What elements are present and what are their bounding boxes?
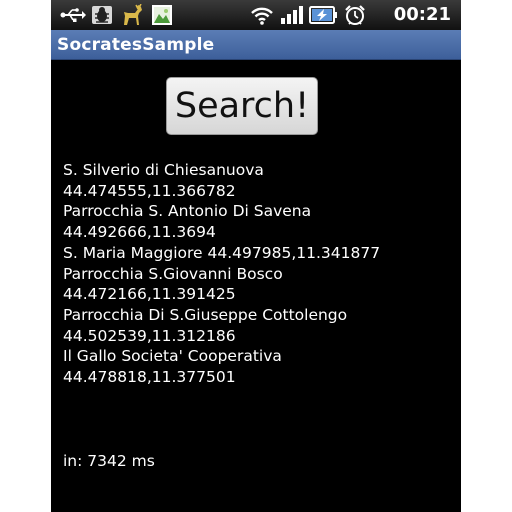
app-title-bar: SocratesSample: [51, 30, 461, 60]
usb-icon: [59, 4, 87, 26]
deer-notification-icon: [119, 4, 145, 26]
alarm-clock-icon: [343, 4, 367, 26]
status-bar: 00:21: [51, 0, 461, 30]
image-notification-icon: [151, 4, 173, 26]
search-button[interactable]: Search!: [166, 77, 318, 135]
result-line: Parrocchia S. Antonio Di Savena: [63, 202, 312, 221]
signal-icon: [279, 4, 305, 26]
debug-bug-icon: [91, 4, 113, 26]
result-line: 44.478818,11.377501: [63, 368, 236, 387]
result-line: S. Silverio di Chiesanuova: [63, 161, 264, 179]
result-line: 44.472166,11.391425: [63, 285, 236, 304]
wifi-icon: [249, 4, 275, 26]
timing-label: in: 7342 ms: [63, 452, 155, 470]
status-bar-clock: 00:21: [393, 4, 451, 25]
battery-charging-icon: [309, 4, 339, 26]
result-line: 44.474555,11.366782: [63, 181, 236, 200]
app-title: SocratesSample: [57, 35, 215, 55]
phone-screen: 00:21 SocratesSample Search! S. Silverio…: [51, 0, 461, 512]
results-list: S. Silverio di Chiesanuova 44.474555,11.3…: [63, 160, 453, 388]
result-line: Parrocchia S.Giovanni Bosco: [63, 264, 283, 283]
result-line: S. Maria Maggiore 44.497985,11.341877: [63, 243, 381, 262]
result-line: 44.502539,11.312186: [63, 326, 236, 345]
result-line: 44.492666,11.3694: [63, 223, 216, 242]
result-line: Parrocchia Di S.Giuseppe Cottolengo: [63, 305, 348, 324]
result-line: Il Gallo Societa' Cooperativa: [63, 347, 282, 366]
